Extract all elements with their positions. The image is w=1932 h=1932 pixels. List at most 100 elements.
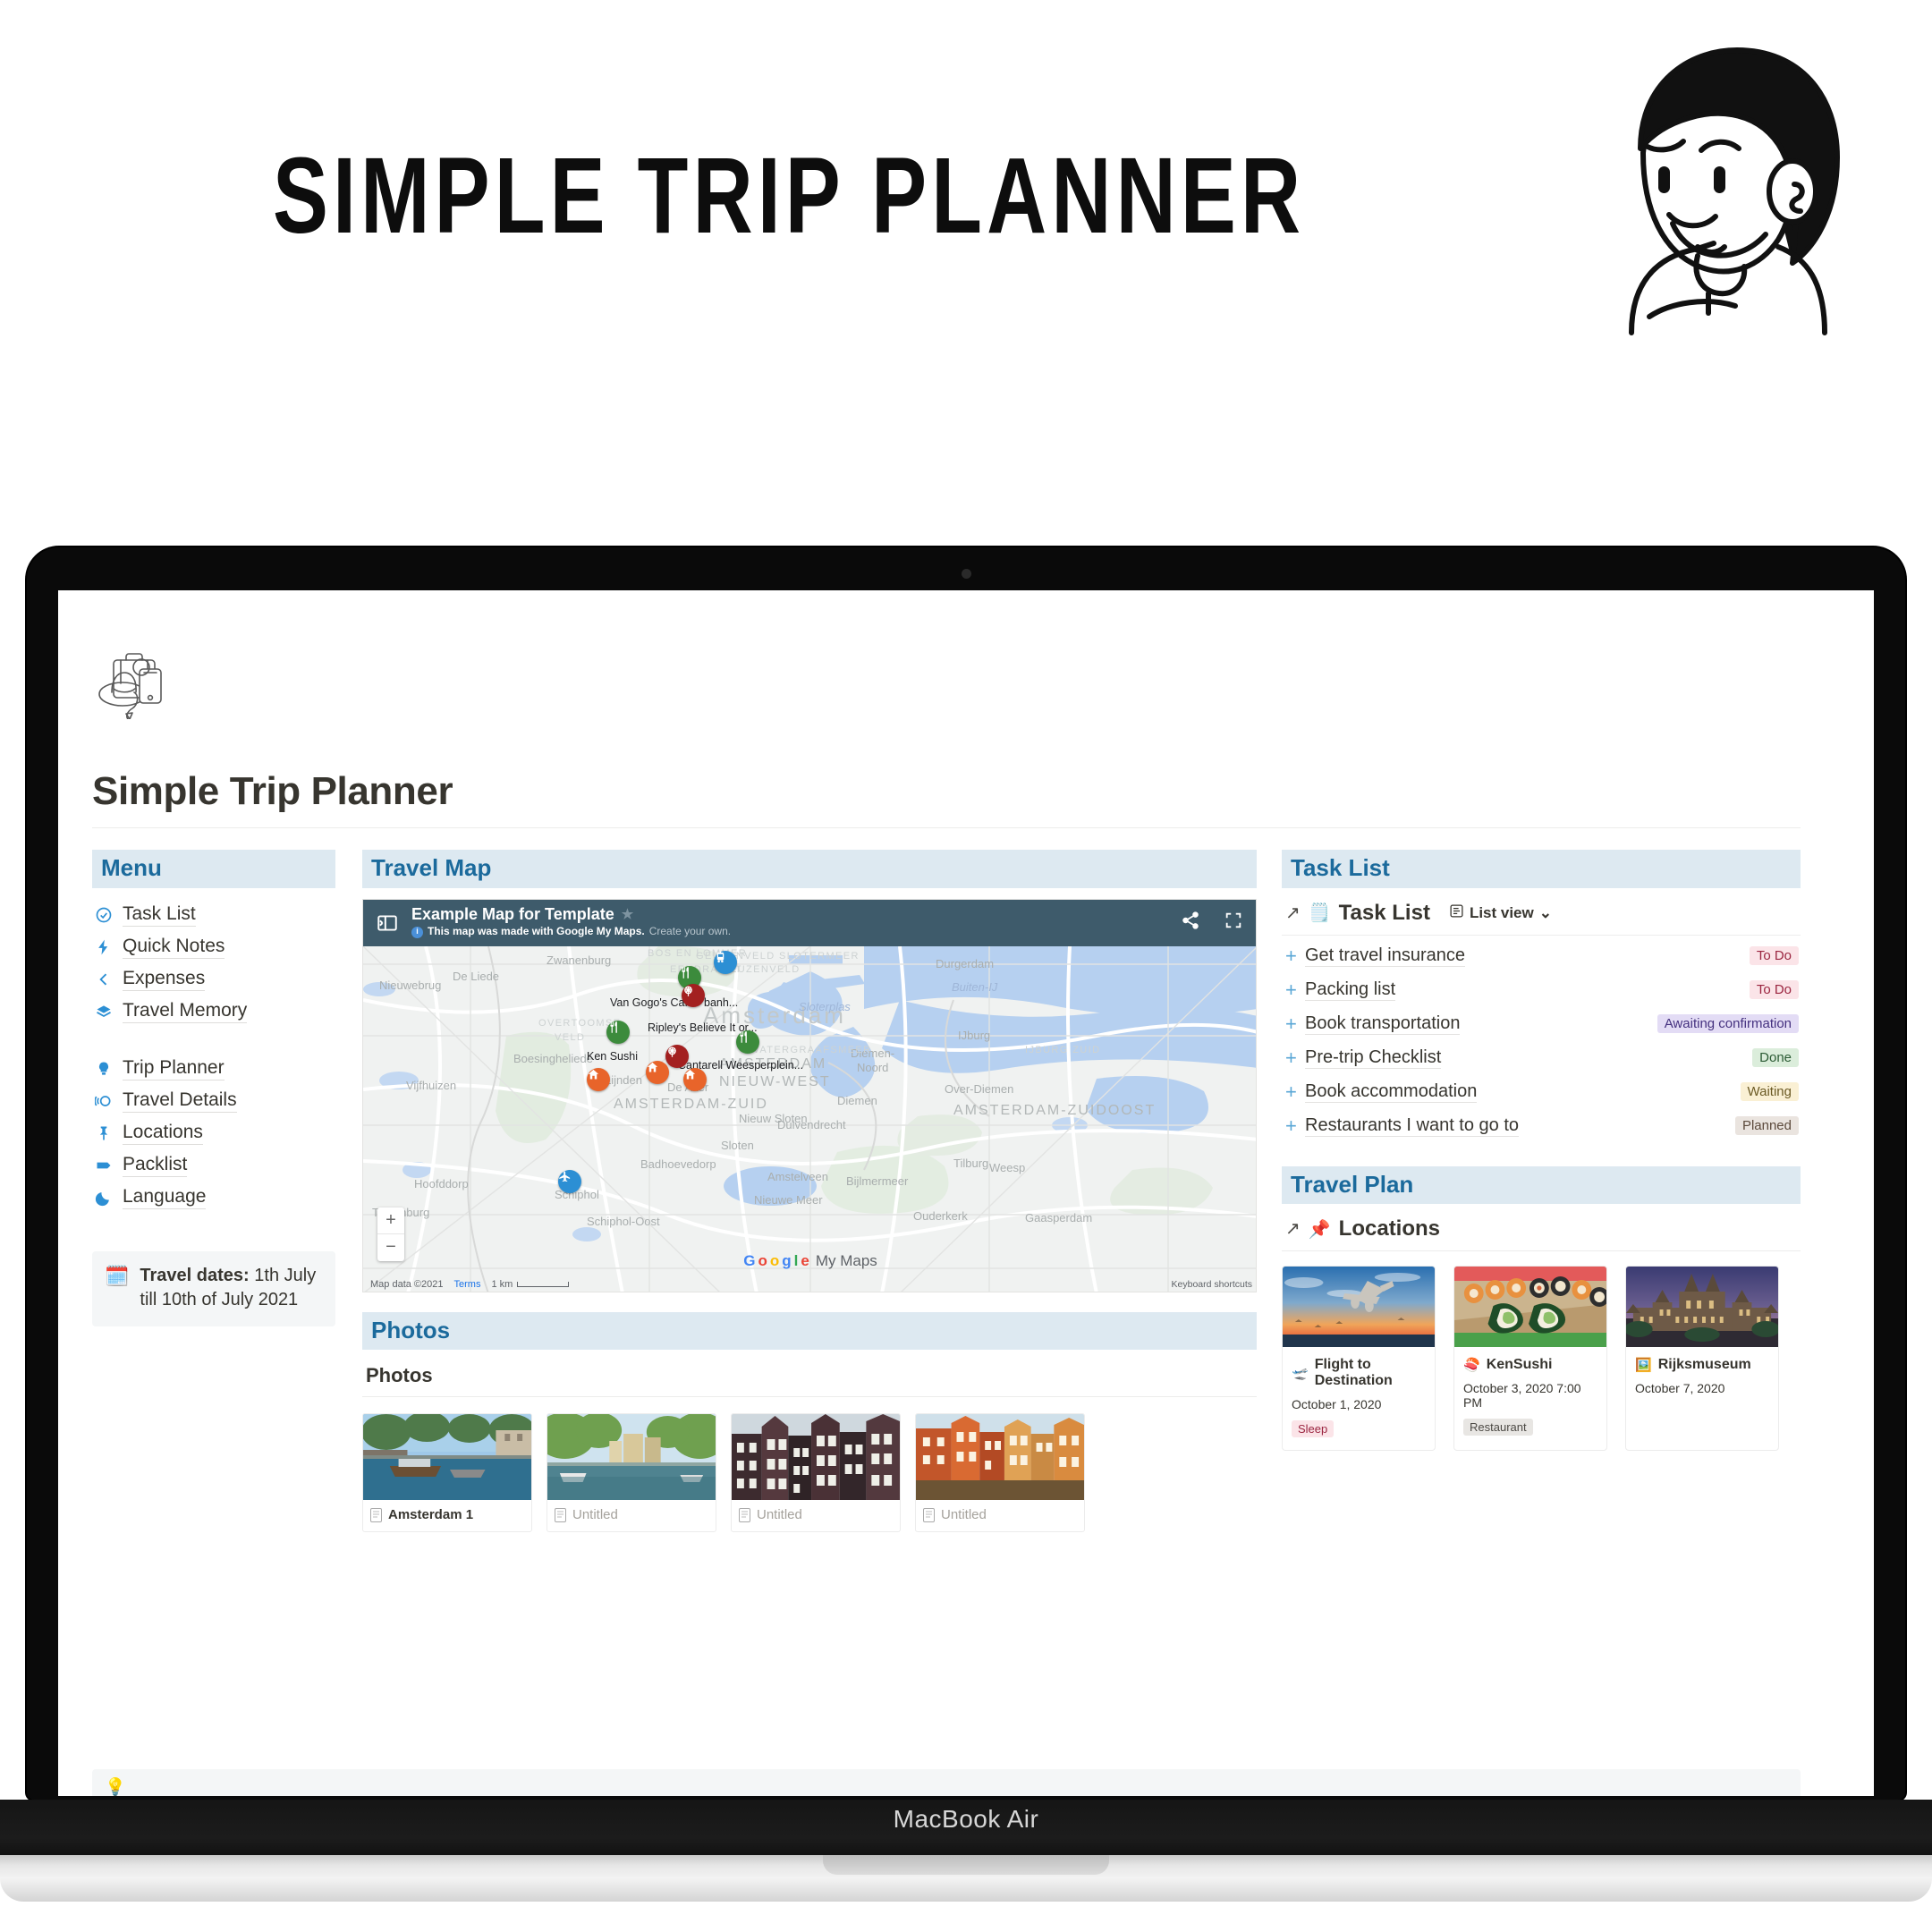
status-badge: Awaiting confirmation bbox=[1657, 1014, 1799, 1034]
location-thumbnail bbox=[1626, 1267, 1778, 1348]
map-place-label: Durgerdam bbox=[936, 956, 995, 970]
map-title: Example Map for Template bbox=[411, 905, 614, 924]
calendar-emoji: 🗓️ bbox=[105, 1264, 130, 1287]
map-place-label: Duivendrecht bbox=[777, 1117, 846, 1131]
task-row[interactable]: + Book accommodation Waiting bbox=[1282, 1075, 1801, 1109]
task-row[interactable]: + Restaurants I want to go to Planned bbox=[1282, 1109, 1801, 1143]
map-pin-attraction[interactable] bbox=[682, 983, 705, 1007]
map-place-label: Badhoevedorp bbox=[640, 1157, 716, 1171]
task-list-database-header[interactable]: ↗ 🗒️ Task List List view ⌄ bbox=[1282, 901, 1801, 926]
google-my-maps-embed[interactable]: Example Map for Template ★ i This map wa… bbox=[362, 898, 1257, 1292]
map-scale-label: 1 km bbox=[491, 1278, 513, 1290]
task-name: Packing list bbox=[1305, 979, 1396, 1001]
location-card[interactable]: 🖼️ Rijksmuseum October 7, 2020 bbox=[1625, 1266, 1779, 1452]
sidebar-item-packlist[interactable]: Packlist bbox=[92, 1149, 335, 1182]
sidebar-item-label: Packlist bbox=[123, 1154, 188, 1177]
chevron-down-icon[interactable]: ⌄ bbox=[1539, 904, 1552, 922]
map-pin-lodging[interactable] bbox=[587, 1067, 610, 1091]
map-create-own-link[interactable]: Create your own. bbox=[649, 925, 731, 939]
photos-gallery: Amsterdam 1 Untitled Untitled Untitled bbox=[362, 1413, 1257, 1533]
map-legend-icon[interactable] bbox=[376, 911, 399, 935]
add-task-icon[interactable]: + bbox=[1285, 1115, 1305, 1136]
sushi-emoji: 🍣 bbox=[1463, 1358, 1480, 1374]
map-title-row: Example Map for Template ★ bbox=[411, 906, 1181, 923]
lightning-bolt-icon bbox=[94, 937, 114, 957]
task-name: Book transportation bbox=[1305, 1013, 1461, 1035]
add-task-icon[interactable]: + bbox=[1285, 1047, 1305, 1068]
map-pin-restaurant[interactable] bbox=[736, 1030, 759, 1054]
lightbulb-emoji: 💡 bbox=[105, 1778, 126, 1796]
sidebar-item-label: Locations bbox=[123, 1122, 203, 1145]
page-icon bbox=[370, 1507, 382, 1522]
add-task-icon[interactable]: + bbox=[1285, 979, 1305, 1000]
location-date: October 3, 2020 7:00 PM bbox=[1463, 1381, 1581, 1411]
title-divider bbox=[92, 827, 1801, 828]
map-pin-lodging[interactable] bbox=[646, 1060, 669, 1084]
google-my-maps-logo: Google My Maps bbox=[743, 1252, 877, 1270]
photo-thumbnail bbox=[916, 1414, 1084, 1501]
map-pin-transit[interactable] bbox=[714, 950, 737, 974]
map-place-label: De Liede bbox=[453, 969, 500, 983]
status-badge: To Do bbox=[1749, 980, 1799, 1000]
map-place-label: Buiten-IJ bbox=[952, 979, 998, 994]
map-pin-restaurant[interactable] bbox=[606, 1020, 630, 1044]
framed-picture-emoji: 🖼️ bbox=[1635, 1358, 1652, 1374]
map-pin-airport[interactable] bbox=[558, 1169, 581, 1193]
map-pin-attraction[interactable] bbox=[665, 1044, 689, 1068]
task-row[interactable]: + Book transportation Awaiting confirmatio… bbox=[1282, 1007, 1801, 1041]
map-place-label: Noord bbox=[857, 1060, 889, 1074]
travel-dates-text: Travel dates: 1th July till 10th of July… bbox=[140, 1264, 321, 1312]
moon-icon bbox=[94, 1188, 114, 1208]
photo-card[interactable]: Amsterdam 1 bbox=[362, 1413, 532, 1533]
sidebar-item-quick-notes[interactable]: Quick Notes bbox=[92, 931, 335, 963]
sidebar-item-trip-planner[interactable]: Trip Planner bbox=[92, 1053, 335, 1085]
task-row[interactable]: + Pre-trip Checklist Done bbox=[1282, 1041, 1801, 1075]
map-pin-label: Van Gogo's Cafe - banh... bbox=[610, 996, 739, 1009]
add-task-icon[interactable]: + bbox=[1285, 945, 1305, 966]
google-logo-letter: e bbox=[801, 1251, 809, 1269]
status-badge: Done bbox=[1752, 1048, 1799, 1068]
photo-card[interactable]: Untitled bbox=[547, 1413, 716, 1533]
laptop-screen: Simple Trip Planner Menu Task List Quick… bbox=[58, 590, 1874, 1796]
tasks-and-plan-column: Task List ↗ 🗒️ Task List List view ⌄ + G… bbox=[1282, 850, 1801, 1452]
map-canvas[interactable]: Nieuwebrug De Liede Zwanenburg EENDRACHT GEU… bbox=[363, 945, 1256, 1292]
open-arrow-icon[interactable]: ↗ bbox=[1285, 904, 1301, 922]
locations-database-header[interactable]: ↗ 📌 Locations bbox=[1282, 1216, 1801, 1241]
view-selector[interactable]: List view ⌄ bbox=[1449, 903, 1552, 923]
task-row[interactable]: + Packing list To Do bbox=[1282, 973, 1801, 1007]
open-arrow-icon[interactable]: ↗ bbox=[1285, 1220, 1301, 1238]
location-card[interactable]: 🍣 KenSushi October 3, 2020 7:00 PM Restaura… bbox=[1453, 1266, 1607, 1452]
location-card[interactable]: 🛫 Flight to Destination October 1, 2020 Sle… bbox=[1282, 1266, 1436, 1452]
zoom-in-button[interactable]: + bbox=[377, 1208, 404, 1234]
zoom-out-button[interactable]: − bbox=[377, 1234, 404, 1261]
sidebar-item-travel-memory[interactable]: Travel Memory bbox=[92, 996, 335, 1028]
sidebar-item-language[interactable]: Language bbox=[92, 1182, 335, 1214]
add-task-icon[interactable]: + bbox=[1285, 1081, 1305, 1102]
sidebar-item-task-list[interactable]: Task List bbox=[92, 899, 335, 931]
task-row[interactable]: + Get travel insurance To Do bbox=[1282, 939, 1801, 973]
fullscreen-icon[interactable] bbox=[1224, 911, 1243, 935]
map-attribution: Map data ©2021 Terms 1 km bbox=[370, 1278, 570, 1290]
page-title: Simple Trip Planner bbox=[92, 769, 453, 813]
map-pin-lodging[interactable] bbox=[683, 1067, 707, 1091]
sidebar-item-expenses[interactable]: Expenses bbox=[92, 963, 335, 996]
sidebar-item-locations[interactable]: Locations bbox=[92, 1117, 335, 1149]
star-icon[interactable]: ★ bbox=[622, 908, 633, 922]
task-name: Pre-trip Checklist bbox=[1305, 1046, 1442, 1069]
map-terms-link[interactable]: Terms bbox=[454, 1279, 481, 1290]
photo-card[interactable]: Untitled bbox=[915, 1413, 1085, 1533]
photo-caption: Untitled bbox=[572, 1507, 618, 1523]
photo-card[interactable]: Untitled bbox=[731, 1413, 901, 1533]
map-place-label: Diemen bbox=[837, 1093, 877, 1107]
keyboard-shortcuts-label[interactable]: Keyboard shortcuts bbox=[1172, 1279, 1252, 1290]
sidebar-item-travel-details[interactable]: Travel Details bbox=[92, 1085, 335, 1117]
scale-bar-line bbox=[517, 1281, 570, 1287]
add-task-icon[interactable]: + bbox=[1285, 1013, 1305, 1034]
map-place-label: Nieuwe Meer bbox=[754, 1192, 823, 1207]
share-icon[interactable] bbox=[1181, 911, 1200, 935]
location-thumbnail bbox=[1283, 1267, 1435, 1348]
laptop-body: Simple Trip Planner Menu Task List Quick… bbox=[27, 547, 1905, 1800]
photo-thumbnail bbox=[363, 1414, 531, 1501]
map-zoom-controls[interactable]: + − bbox=[377, 1207, 404, 1261]
travel-map-section-header: Travel Map bbox=[362, 850, 1257, 888]
